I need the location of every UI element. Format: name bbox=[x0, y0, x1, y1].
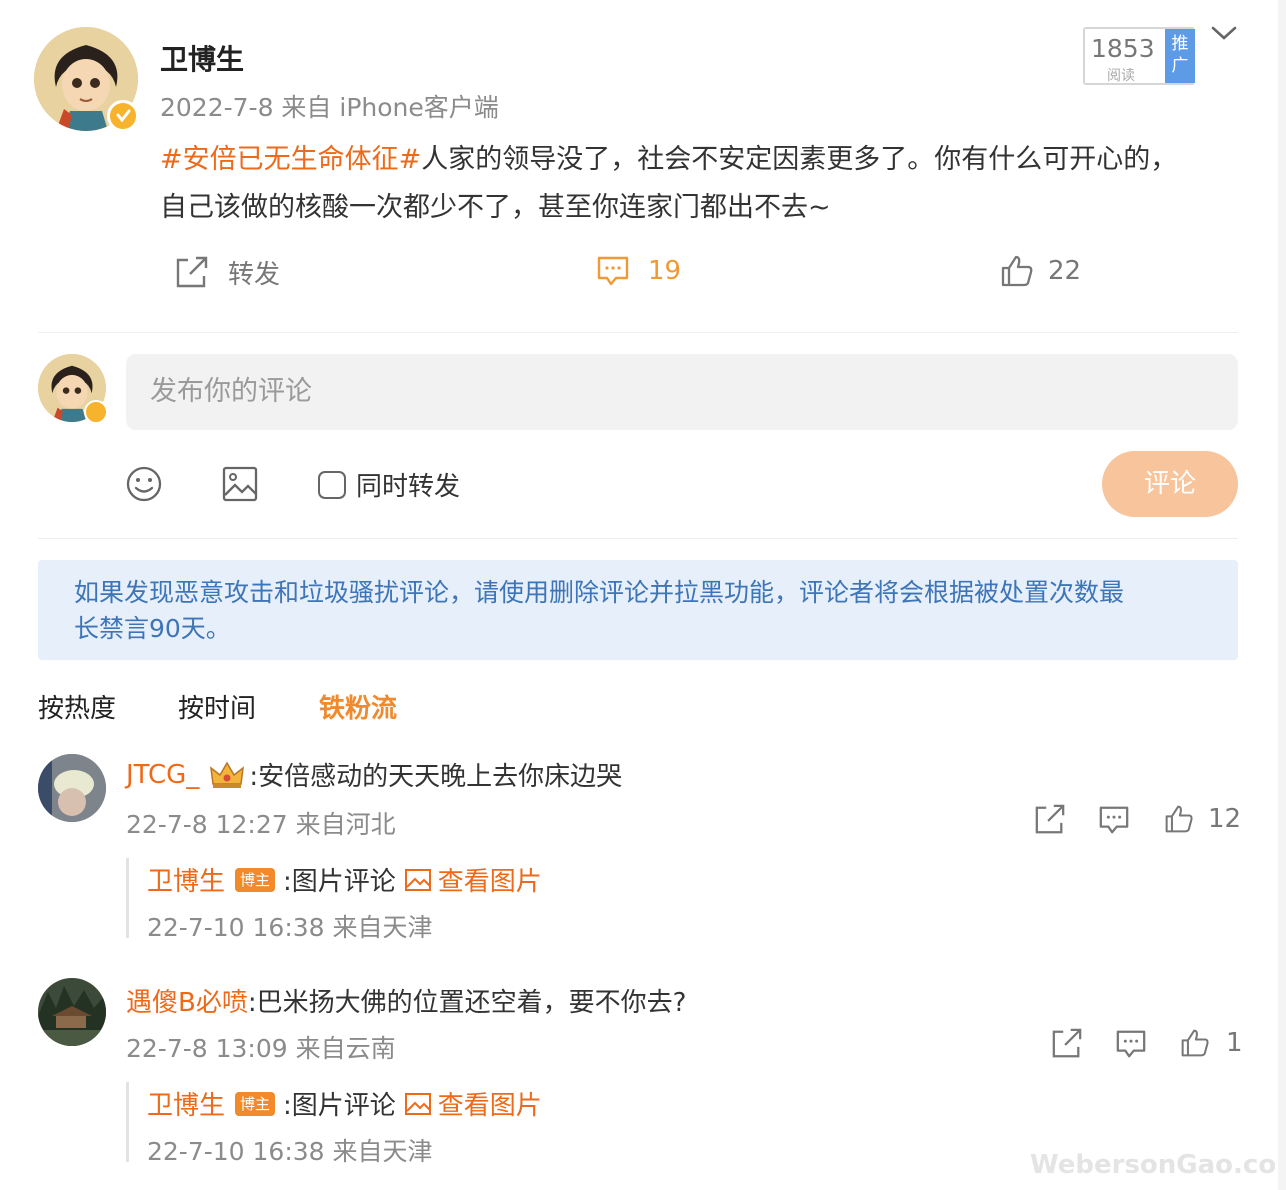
checkbox-box[interactable] bbox=[318, 470, 346, 499]
moderation-notice: 如果发现恶意攻击和垃圾骚扰评论，请使用删除评论并拉黑功能，评论者将会根据被处置次… bbox=[38, 560, 1238, 660]
reply-author[interactable]: 卫博生 bbox=[147, 1085, 225, 1122]
reply-indent-bar bbox=[126, 1082, 129, 1162]
watermark: WebersonGao.com bbox=[1030, 1150, 1286, 1180]
repost-checkbox-label: 同时转发 bbox=[356, 472, 461, 502]
comment-reply-icon[interactable] bbox=[1115, 1028, 1147, 1060]
submit-comment-button[interactable]: 评论 bbox=[1102, 451, 1238, 517]
read-label: 阅读 bbox=[1107, 68, 1135, 84]
comment-action[interactable]: 19 bbox=[596, 254, 681, 288]
image-upload-icon[interactable] bbox=[221, 465, 259, 503]
crown-icon bbox=[209, 760, 245, 790]
emoji-icon[interactable] bbox=[125, 465, 163, 503]
comment-repost-icon[interactable] bbox=[1050, 1028, 1084, 1060]
post-text-line2: 自己该做的核酸一次都少不了，甚至你连家门都出不去~ bbox=[160, 192, 831, 223]
tab-time[interactable]: 按时间 bbox=[178, 688, 256, 725]
reply-text: :图片评论 bbox=[283, 1091, 396, 1121]
promote-button[interactable]: 推广 bbox=[1165, 29, 1195, 83]
reply-indent-bar bbox=[126, 858, 129, 938]
comment-time: 22-7-8 13:09 来自云南 bbox=[126, 1034, 396, 1063]
promote-label: 推广 bbox=[1171, 34, 1189, 76]
comment-like[interactable]: 12 bbox=[1164, 804, 1241, 834]
post-text: #安倍已无生命体征#人家的领导没了，社会不安定因素更多了。你有什么可开心的， 自… bbox=[160, 136, 1240, 232]
post-text-line1: 人家的领导没了，社会不安定因素更多了。你有什么可开心的， bbox=[421, 144, 1178, 175]
comment-line: JTCG_ :安倍感动的天天晚上去你床边哭 bbox=[126, 756, 622, 793]
comment-time: 22-7-8 12:27 来自河北 bbox=[126, 810, 396, 839]
comment-input-placeholder: 发布你的评论 bbox=[150, 376, 312, 407]
reply-time: 22-7-10 16:38 来自天津 bbox=[147, 913, 433, 942]
read-count-box[interactable]: 1853 阅读 推广 bbox=[1083, 27, 1195, 85]
thumbs-up-icon bbox=[1000, 254, 1034, 288]
like-action[interactable]: 22 bbox=[1000, 254, 1081, 288]
view-image-link[interactable]: 查看图片 bbox=[438, 1085, 542, 1122]
image-icon bbox=[404, 868, 432, 892]
commenter-name[interactable]: 遇傻B必喷 bbox=[126, 982, 248, 1019]
scrollbar-track[interactable] bbox=[1278, 0, 1286, 1190]
author-name[interactable]: 卫博生 bbox=[160, 38, 244, 78]
read-count: 1853 bbox=[1091, 34, 1155, 63]
reply-author[interactable]: 卫博生 bbox=[147, 861, 225, 898]
tab-fans[interactable]: 铁粉流 bbox=[319, 688, 397, 725]
comment-like[interactable]: 1 bbox=[1180, 1028, 1243, 1058]
reply-time: 22-7-10 16:38 来自天津 bbox=[147, 1137, 433, 1166]
repost-checkbox[interactable]: 同时转发 bbox=[318, 466, 460, 503]
repost-icon bbox=[174, 256, 210, 290]
notice-line2: 长禁言90天。 bbox=[74, 614, 231, 643]
divider bbox=[38, 538, 1238, 539]
comment-input[interactable]: 发布你的评论 bbox=[126, 354, 1238, 430]
divider bbox=[38, 332, 1238, 333]
author-badge: 博主 bbox=[235, 867, 276, 892]
comment-reply-icon[interactable] bbox=[1098, 804, 1130, 836]
view-image-link[interactable]: 查看图片 bbox=[438, 861, 542, 898]
comment-like-count: 1 bbox=[1226, 1028, 1243, 1058]
notice-line1: 如果发现恶意攻击和垃圾骚扰评论，请使用删除评论并拉黑功能，评论者将会根据被处置次… bbox=[74, 578, 1125, 607]
reply-line: 卫博生 博主 :图片评论 查看图片 bbox=[147, 1085, 542, 1122]
commenter-name[interactable]: JTCG_ bbox=[126, 760, 199, 790]
verified-badge-icon bbox=[84, 400, 108, 424]
commenter-avatar[interactable] bbox=[38, 978, 106, 1046]
comment-icon bbox=[596, 254, 630, 288]
author-badge: 博主 bbox=[235, 1091, 276, 1116]
comment-repost-icon[interactable] bbox=[1033, 804, 1067, 836]
reply-line: 卫博生 博主 :图片评论 查看图片 bbox=[147, 861, 542, 898]
topic-link[interactable]: #安倍已无生命体征# bbox=[160, 144, 421, 175]
verified-badge-icon bbox=[107, 100, 139, 132]
comment-count: 19 bbox=[648, 256, 682, 286]
repost-action[interactable]: 转发 bbox=[174, 254, 280, 291]
repost-label: 转发 bbox=[228, 260, 281, 290]
image-icon bbox=[404, 1092, 432, 1116]
post-meta: 2022-7-8 来自 iPhone客户端 bbox=[160, 93, 499, 122]
commenter-avatar[interactable] bbox=[38, 754, 106, 822]
comment-text: :安倍感动的天天晚上去你床边哭 bbox=[249, 762, 623, 792]
reply-text: :图片评论 bbox=[283, 867, 396, 897]
tab-hot[interactable]: 按热度 bbox=[38, 688, 116, 725]
comment-text: :巴米扬大佛的位置还空着，要不你去? bbox=[247, 988, 687, 1018]
like-count: 22 bbox=[1048, 256, 1082, 286]
chevron-down-icon[interactable] bbox=[1210, 24, 1238, 44]
comment-like-count: 12 bbox=[1208, 804, 1242, 834]
thumbs-up-icon bbox=[1180, 1028, 1210, 1058]
comment-line: 遇傻B必喷 :巴米扬大佛的位置还空着，要不你去? bbox=[126, 982, 686, 1019]
thumbs-up-icon bbox=[1164, 804, 1194, 834]
